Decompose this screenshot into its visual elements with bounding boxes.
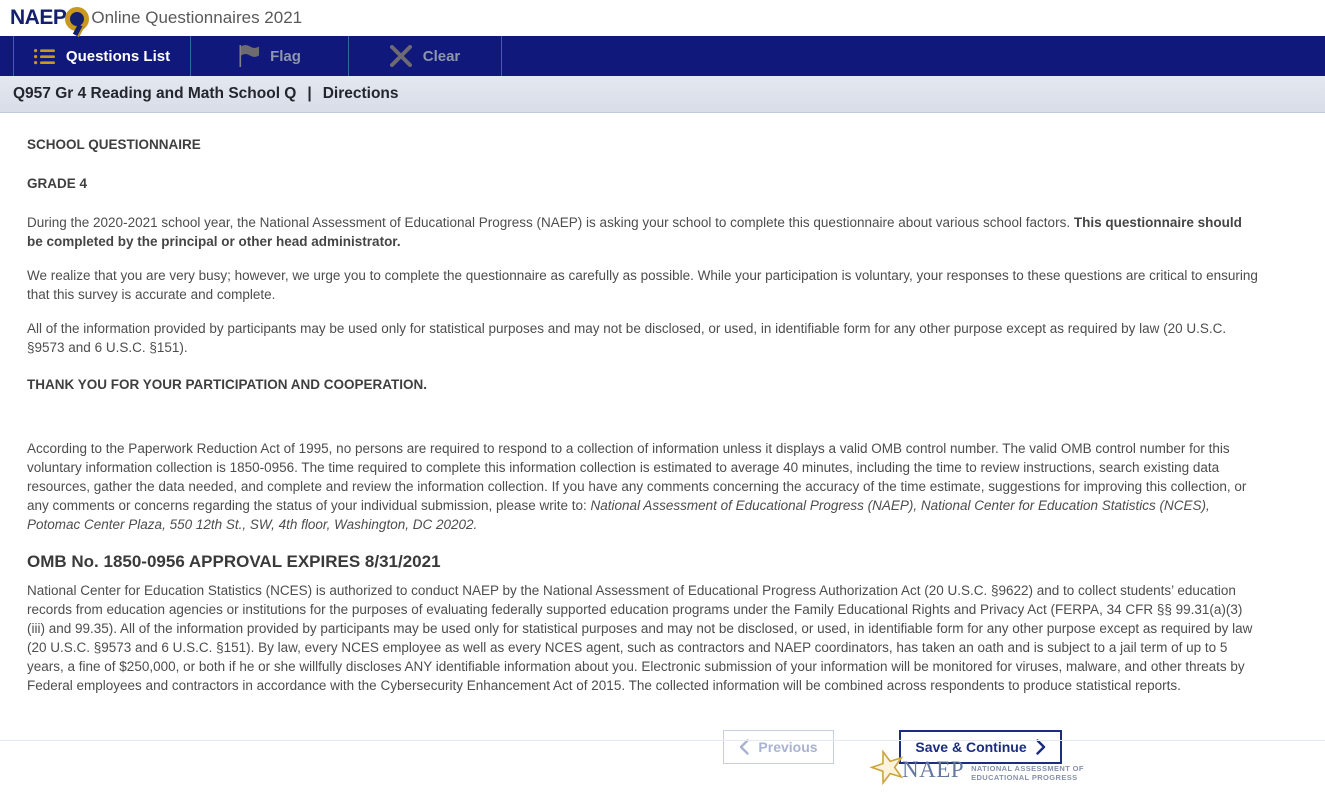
app-title: Online Questionnaires 2021 [91, 8, 302, 28]
flag-label: Flag [270, 48, 301, 65]
directions-content: SCHOOL QUESTIONNAIRE GRADE 4 During the … [0, 113, 1325, 764]
school-questionnaire-heading: SCHOOL QUESTIONNAIRE [27, 135, 1258, 154]
breadcrumb-separator: | [307, 85, 311, 103]
page-footer: NAEP NATIONAL ASSESSMENT OF EDUCATIONAL … [0, 740, 1325, 792]
breadcrumb-section: Directions [323, 85, 399, 103]
questions-list-label: Questions List [66, 48, 170, 65]
toolbar: Questions List Flag Clear [0, 36, 1325, 76]
statistical-use-paragraph: All of the information provided by parti… [27, 319, 1258, 357]
naep-footer-logo: NAEP NATIONAL ASSESSMENT OF EDUCATIONAL … [868, 747, 1084, 792]
footer-naep-text: NAEP [902, 757, 964, 783]
flag-icon [238, 45, 259, 67]
clear-label: Clear [423, 48, 461, 65]
flag-button[interactable]: Flag [190, 36, 348, 76]
legal-paragraph: National Center for Education Statistics… [27, 581, 1258, 695]
thank-you-heading: THANK YOU FOR YOUR PARTICIPATION AND COO… [27, 375, 1258, 394]
footer-tagline-line2: EDUCATIONAL PROGRESS [971, 773, 1077, 782]
footer-tagline: NATIONAL ASSESSMENT OF EDUCATIONAL PROGR… [971, 758, 1084, 782]
app-header: NAEP Online Questionnaires 2021 [0, 0, 1325, 36]
grade-heading: GRADE 4 [27, 174, 1258, 193]
busy-paragraph: We realize that you are very busy; howev… [27, 266, 1258, 304]
magnifier-q-icon [65, 7, 89, 31]
list-icon [34, 48, 55, 65]
intro-paragraph: During the 2020-2021 school year, the Na… [27, 213, 1258, 251]
breadcrumb-questionnaire-title: Q957 Gr 4 Reading and Math School Q [13, 85, 296, 103]
clear-button[interactable]: Clear [348, 36, 502, 76]
questions-list-button[interactable]: Questions List [13, 36, 190, 76]
footer-tagline-line1: NATIONAL ASSESSMENT OF [971, 764, 1084, 773]
x-icon [390, 45, 412, 67]
paperwork-reduction-paragraph: According to the Paperwork Reduction Act… [27, 439, 1258, 534]
star-icon [868, 747, 908, 792]
naep-logo-text: NAEP [10, 6, 66, 30]
omb-approval-heading: OMB No. 1850-0956 APPROVAL EXPIRES 8/31/… [27, 552, 1258, 571]
breadcrumb: Q957 Gr 4 Reading and Math School Q | Di… [0, 76, 1325, 113]
intro-paragraph-text: During the 2020-2021 school year, the Na… [27, 215, 1074, 230]
